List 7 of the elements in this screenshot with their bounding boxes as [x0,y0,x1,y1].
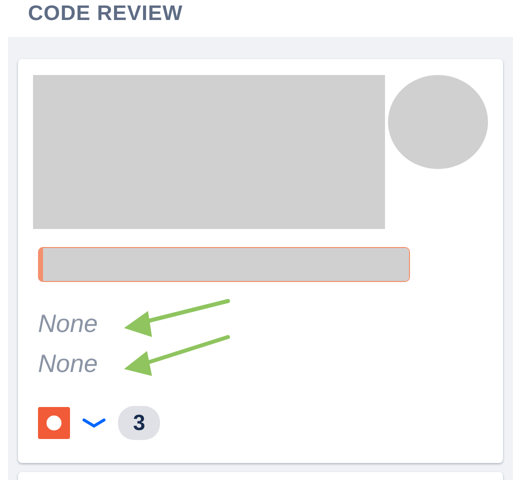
field-value: None [38,349,98,380]
chevron-down-icon [82,417,106,429]
column-title: CODE REVIEW [28,2,183,26]
count-badge: 3 [118,406,160,440]
field-value: None [38,309,98,340]
issue-type-icon [38,407,70,439]
issue-card[interactable]: None None 3 [18,59,503,463]
